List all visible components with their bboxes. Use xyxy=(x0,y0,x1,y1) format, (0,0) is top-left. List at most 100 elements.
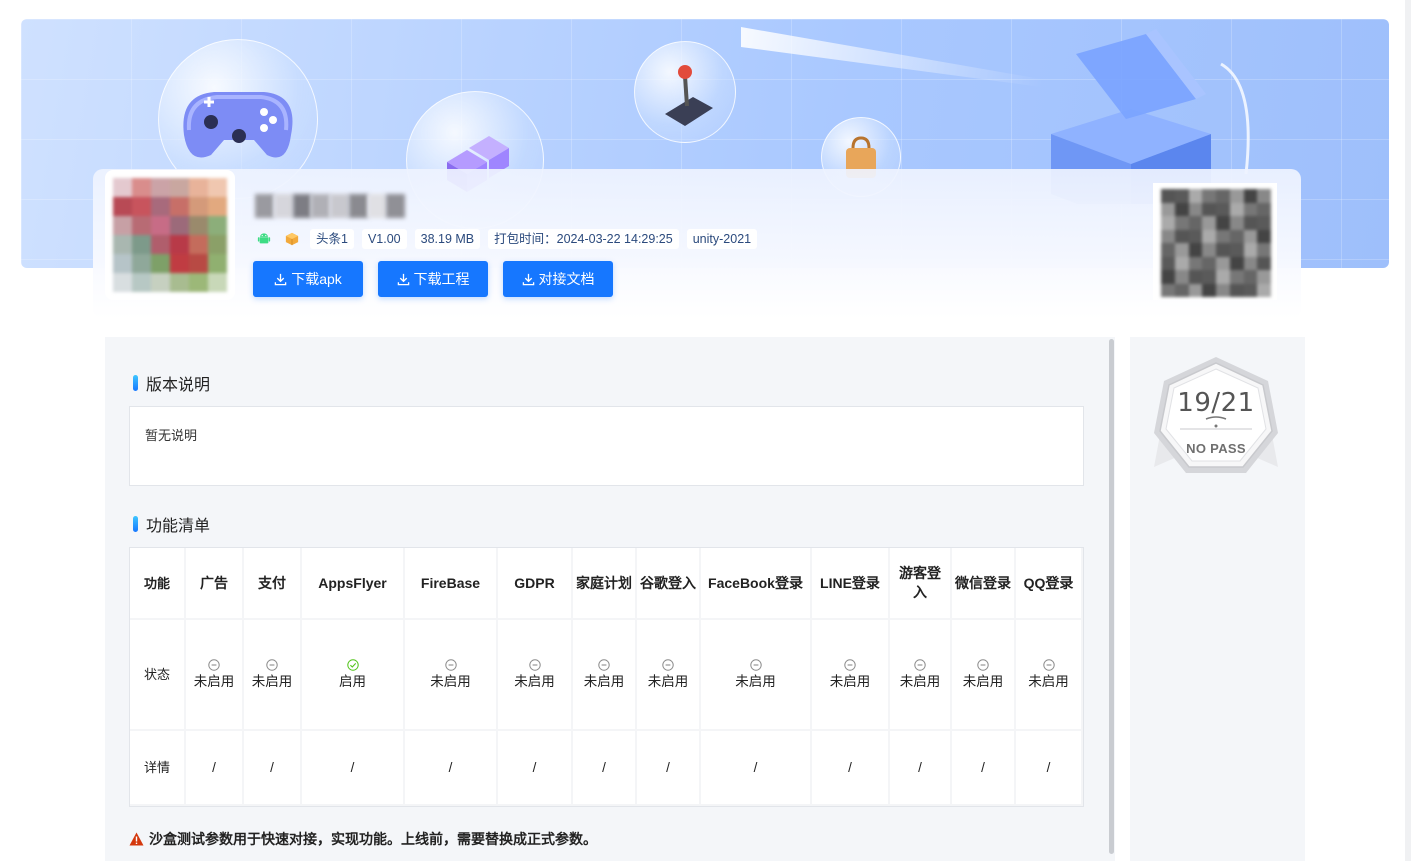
qr-tile xyxy=(1202,202,1216,216)
mosaic-tile xyxy=(170,273,189,292)
feature-column-header: QQ登录 xyxy=(1016,548,1083,620)
feature-status-cell: 未启用 xyxy=(637,620,701,731)
qr-tile xyxy=(1188,243,1203,257)
version-notes-content: 暂无说明 xyxy=(145,428,198,443)
qr-tile xyxy=(1202,216,1216,230)
mosaic-tile xyxy=(189,216,208,235)
qr-tile xyxy=(1188,283,1203,297)
mosaic-tile xyxy=(132,254,151,273)
feature-row-label: 功能 xyxy=(130,548,186,620)
feature-column-header: 家庭计划 xyxy=(573,548,637,620)
version-tag: V1.00 xyxy=(361,229,407,249)
qr-tile xyxy=(1202,270,1216,284)
feature-status-text: 未启用 xyxy=(193,673,235,689)
qr-tile xyxy=(1161,270,1175,284)
qr-tile xyxy=(1257,229,1271,243)
qr-tile xyxy=(1174,189,1189,203)
minus-circle-icon xyxy=(266,658,278,671)
score-badge-icon xyxy=(1154,357,1278,473)
mosaic-tile xyxy=(208,197,227,216)
feature-detail-cell: / xyxy=(405,731,498,806)
qr-tile xyxy=(1229,202,1244,216)
qr-tile xyxy=(1174,243,1189,257)
qr-tile xyxy=(1243,256,1258,270)
main-scrollbar[interactable] xyxy=(1109,339,1114,854)
feature-column-header: 支付 xyxy=(244,548,302,620)
qr-tile xyxy=(1174,283,1189,297)
warning-text: 沙盒测试参数用于快速对接，实现功能。上线前，需要替换成正式参数。 xyxy=(149,831,597,847)
feature-status-text: 未启用 xyxy=(735,673,776,689)
mosaic-tile xyxy=(170,216,189,235)
feature-column-header: FaceBook登录 xyxy=(701,548,812,620)
qr-tile xyxy=(1188,216,1203,230)
minus-circle-icon xyxy=(598,658,610,671)
qr-tile xyxy=(1216,216,1230,230)
qr-tile xyxy=(1216,283,1230,297)
feature-detail-cell: / xyxy=(952,731,1016,806)
feature-status-cell: 未启用 xyxy=(701,620,812,731)
channel-tag: 头条1 xyxy=(310,229,354,249)
qr-tile xyxy=(1257,256,1271,270)
mosaic-tile xyxy=(170,235,189,254)
version-notes-heading: 版本说明 xyxy=(133,371,210,395)
minus-circle-icon xyxy=(662,658,674,671)
feature-column-header: 谷歌登入 xyxy=(637,548,701,620)
qr-tile xyxy=(1174,270,1189,284)
download-project-label: 下载工程 xyxy=(413,271,470,287)
qr-tile xyxy=(1257,216,1271,230)
feature-status-text: 未启用 xyxy=(583,673,625,689)
mosaic-tile xyxy=(151,235,170,254)
joystick-icon xyxy=(665,65,713,126)
qr-tile xyxy=(1161,229,1175,243)
badge-status-label: NO PASS xyxy=(1186,441,1246,456)
engine-tag: unity-2021 xyxy=(686,229,758,249)
qr-tile xyxy=(1161,256,1175,270)
docs-button[interactable]: 对接文档 xyxy=(503,261,613,297)
mosaic-tile xyxy=(151,254,170,273)
mosaic-tile xyxy=(113,254,132,273)
qr-tile xyxy=(1243,216,1258,230)
qr-tile xyxy=(1216,189,1230,203)
feature-detail-cell: / xyxy=(812,731,890,806)
mosaic-tile xyxy=(189,273,208,292)
qr-tile xyxy=(1229,189,1244,203)
feature-detail-cell: / xyxy=(498,731,573,806)
feature-status-text: 未启用 xyxy=(430,673,471,689)
feature-column-header: 微信登录 xyxy=(952,548,1016,620)
mosaic-tile xyxy=(132,273,151,292)
qr-tile xyxy=(1229,256,1244,270)
mosaic-tile xyxy=(208,216,227,235)
download-project-button[interactable]: 下载工程 xyxy=(378,261,488,297)
qr-tile xyxy=(1174,256,1189,270)
qr-tile xyxy=(1188,189,1203,203)
mosaic-tile xyxy=(189,178,208,197)
mosaic-tile xyxy=(132,197,151,216)
feature-detail-cell: / xyxy=(244,731,302,806)
qr-tile xyxy=(1229,283,1244,297)
feature-detail-cell: / xyxy=(302,731,405,806)
feature-detail-cell: / xyxy=(573,731,637,806)
qr-tile xyxy=(1161,189,1175,203)
qr-tile xyxy=(1229,243,1244,257)
feature-detail-cell: / xyxy=(637,731,701,806)
mosaic-tile xyxy=(113,197,132,216)
qr-tile xyxy=(1202,256,1216,270)
mosaic-tile xyxy=(151,216,170,235)
feature-column-header: LINE登录 xyxy=(812,548,890,620)
qr-tile xyxy=(1161,216,1175,230)
qr-tile xyxy=(1188,202,1203,216)
qr-tile xyxy=(1243,243,1258,257)
qr-tile xyxy=(1161,202,1175,216)
qr-tile xyxy=(1174,229,1189,243)
qr-tile xyxy=(1257,189,1271,203)
app-meta-row: 头条1 V1.00 38.19 MB 打包时间：2024-03-22 14:29… xyxy=(254,229,758,249)
download-apk-button[interactable]: 下载apk xyxy=(253,261,363,297)
app-icon-image xyxy=(113,178,227,292)
download-icon xyxy=(274,273,287,285)
mosaic-tile xyxy=(189,235,208,254)
app-name-redacted xyxy=(255,194,405,218)
mosaic-tile xyxy=(132,178,151,197)
mosaic-tile xyxy=(151,273,170,292)
qr-tile xyxy=(1257,270,1271,284)
window-right-edge xyxy=(1405,0,1411,861)
